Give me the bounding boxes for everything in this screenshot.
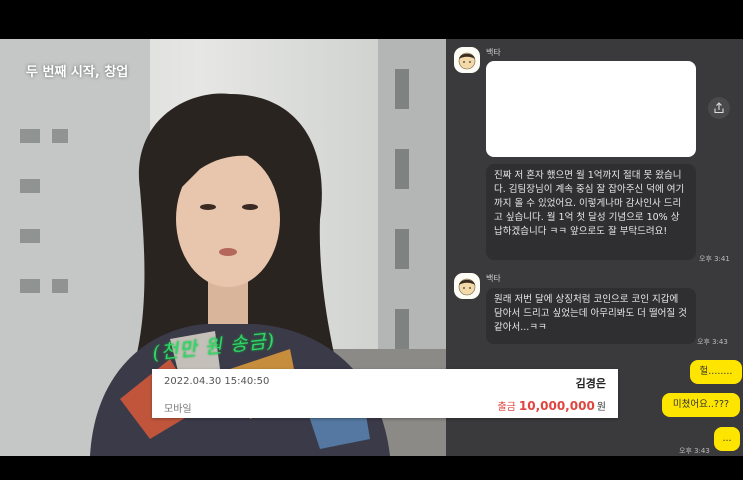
message-bubble[interactable]: 진짜 저 혼자 했으면 월 1억까지 절대 못 왔습니다. 김팀장님이 계속 중… (486, 164, 696, 260)
transfer-name: 김경은 (575, 377, 606, 390)
share-button[interactable] (708, 97, 730, 119)
message-time: 오후 3:41 (699, 255, 730, 263)
sender-name: 백타 (486, 274, 501, 283)
message-time: 오후 3:43 (679, 447, 710, 455)
reply-bubble[interactable]: 미쳤어요..??? (662, 393, 740, 417)
video-frame: 두 번째 시작, 창업 (천만 원 송금) 백타 진짜 저 혼자 했으면 월 1… (0, 39, 743, 456)
transfer-currency: 원 (596, 402, 606, 413)
reply-bubble[interactable]: ... (714, 427, 740, 451)
transfer-amount-label: 출금 (497, 402, 516, 413)
transfer-amount: 출금 10,000,000 원 (497, 398, 606, 413)
sender-name: 백타 (486, 48, 501, 57)
message-bubble[interactable]: 원래 저번 달에 상징처럼 코인으로 코인 지갑에 담아서 드리고 싶었는데 아… (486, 288, 696, 344)
transfer-datetime: 2022.04.30 15:40:50 (164, 376, 270, 387)
sender-avatar[interactable] (454, 47, 480, 73)
avatar-face-icon (458, 278, 476, 296)
message-time: 오후 3:43 (697, 338, 728, 346)
share-icon (714, 102, 724, 114)
reply-bubble[interactable]: 헐........ (690, 360, 742, 384)
sender-avatar[interactable] (454, 273, 480, 299)
avatar-face-icon (458, 52, 476, 70)
transfer-record-card: 2022.04.30 15:40:50 김경은 모바일 출금 10,000,000… (152, 369, 618, 418)
transfer-amount-value: 10,000,000 (518, 399, 595, 413)
message-image-bubble[interactable] (486, 61, 696, 157)
video-caption-title: 두 번째 시작, 창업 (26, 65, 129, 80)
transfer-channel: 모바일 (164, 404, 192, 415)
